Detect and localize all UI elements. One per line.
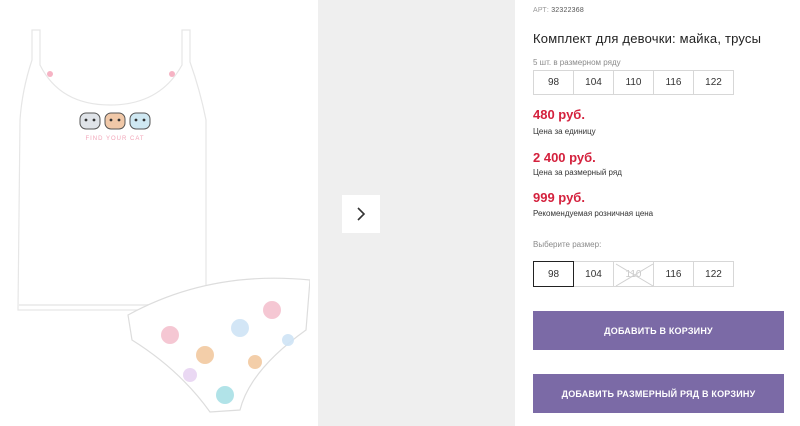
series-size-110: 110: [613, 70, 654, 95]
product-title: Комплект для девочки: майка, трусы: [533, 31, 762, 46]
product-gallery: FIND YOUR CAT: [0, 0, 318, 426]
product-image: FIND YOUR CAT: [17, 29, 310, 413]
size-option-116[interactable]: 116: [653, 261, 694, 287]
add-to-cart-button[interactable]: ДОБАВИТЬ В КОРЗИНУ: [533, 311, 784, 350]
article-number: АРТ: 32322368: [533, 7, 584, 14]
series-count-label: 5 шт. в размерном ряду: [533, 58, 621, 67]
unavailable-cross-icon: [615, 263, 654, 287]
size-option-122[interactable]: 122: [693, 261, 734, 287]
size-picker: 98 104 110 116 122: [533, 261, 734, 287]
unit-price: 480 руб.: [533, 107, 585, 122]
size-option-104[interactable]: 104: [573, 261, 614, 287]
add-series-to-cart-button[interactable]: ДОБАВИТЬ РАЗМЕРНЫЙ РЯД В КОРЗИНУ: [533, 374, 784, 413]
series-size-104: 104: [573, 70, 614, 95]
series-size-122: 122: [693, 70, 734, 95]
gallery-next-button[interactable]: [342, 195, 380, 233]
unit-price-label: Цена за единицу: [533, 127, 596, 136]
series-price-label: Цена за размерный ряд: [533, 168, 622, 177]
series-size-list: 98 104 110 116 122: [533, 70, 734, 95]
size-option-110-unavailable: 110: [613, 261, 654, 287]
chevron-right-icon: [357, 207, 366, 221]
retail-price-label: Рекомендуемая розничная цена: [533, 209, 654, 218]
size-option-98[interactable]: 98: [533, 261, 574, 287]
series-size-98: 98: [533, 70, 574, 95]
shirt-print-text: FIND YOUR CAT: [85, 136, 144, 142]
retail-price: 999 руб.: [533, 190, 585, 205]
series-size-116: 116: [653, 70, 694, 95]
choose-size-label: Выберите размер:: [533, 240, 602, 249]
series-price: 2 400 руб.: [533, 150, 596, 165]
